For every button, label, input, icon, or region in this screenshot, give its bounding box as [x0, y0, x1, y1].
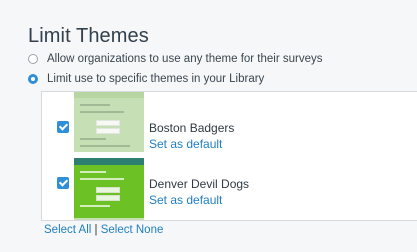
allow-any-theme-label: Allow organizations to use any theme for…	[47, 53, 323, 65]
theme-name: Denver Devil Dogs	[149, 177, 250, 191]
theme-checkbox-boston-badgers[interactable]	[57, 121, 69, 133]
theme-thumbnail-partial	[74, 218, 144, 220]
limit-themes-panel: Limit Themes Allow organizations to use …	[0, 0, 417, 252]
theme-list[interactable]: Boston Badgers Set as default Denver Dev…	[41, 91, 417, 221]
allow-any-theme-option[interactable]: Allow organizations to use any theme for…	[28, 53, 323, 65]
select-none-link[interactable]: Select None	[101, 224, 164, 236]
theme-thumbnail	[74, 92, 144, 152]
set-as-default-link[interactable]: Set as default	[149, 137, 222, 151]
set-as-default-link[interactable]: Set as default	[149, 193, 222, 207]
select-all-link[interactable]: Select All	[44, 224, 91, 236]
link-separator: |	[94, 224, 98, 236]
radio-allow-any[interactable]	[28, 54, 38, 64]
page-title: Limit Themes	[28, 25, 149, 47]
theme-thumbnail	[74, 158, 144, 218]
theme-checkbox-denver-devil-dogs[interactable]	[57, 177, 69, 189]
theme-name: Boston Badgers	[149, 121, 235, 135]
limit-themes-option[interactable]: Limit use to specific themes in your Lib…	[28, 73, 264, 85]
select-links: Select All | Select None	[44, 224, 163, 236]
radio-limit-themes[interactable]	[28, 74, 38, 84]
limit-themes-label: Limit use to specific themes in your Lib…	[47, 73, 265, 85]
